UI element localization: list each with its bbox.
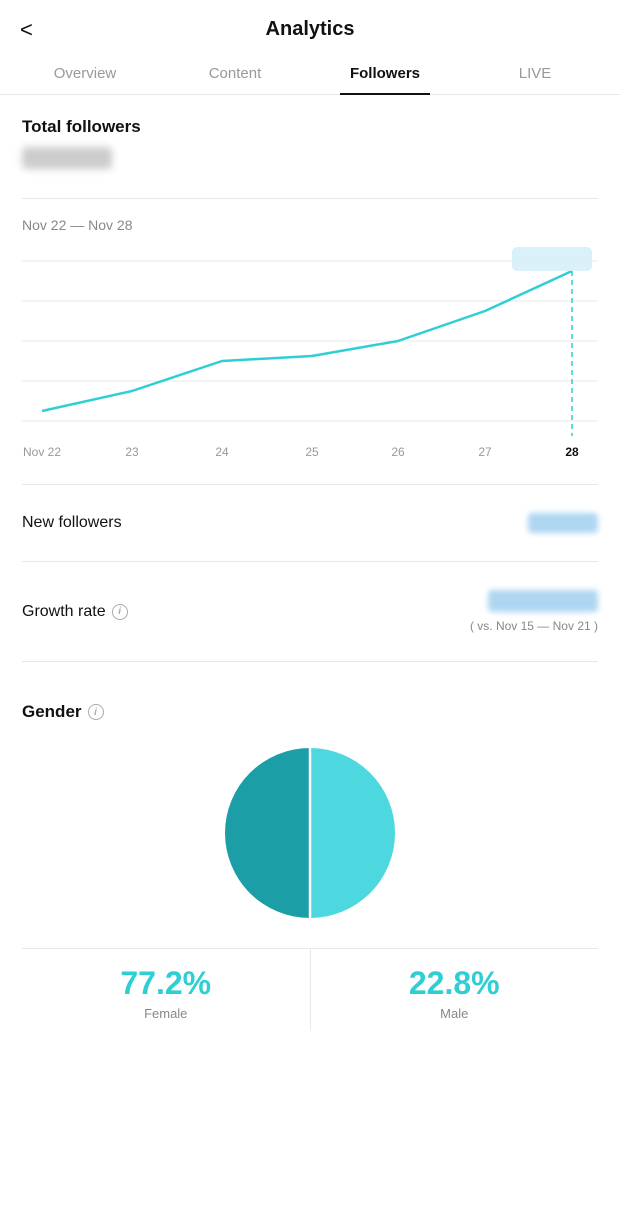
svg-text:Nov 22: Nov 22: [23, 445, 61, 459]
growth-rate-value: [488, 590, 598, 612]
gender-info-icon[interactable]: i: [88, 704, 104, 720]
male-slice: [225, 748, 310, 918]
female-percentage: 77.2%: [32, 965, 300, 1002]
divider-4: [22, 661, 598, 662]
male-label: Male: [321, 1006, 589, 1021]
gender-title: Gender i: [22, 702, 598, 722]
svg-text:24: 24: [215, 445, 229, 459]
back-button[interactable]: <: [20, 17, 33, 43]
svg-text:25: 25: [305, 445, 319, 459]
growth-rate-row: Growth rate i ( vs. Nov 15 — Nov 21 ): [0, 580, 620, 643]
date-range-container: Nov 22 — Nov 28: [0, 217, 620, 233]
new-followers-label: New followers: [22, 514, 122, 532]
growth-rate-vs-text: ( vs. Nov 15 — Nov 21 ): [470, 619, 598, 633]
growth-rate-info-icon[interactable]: i: [112, 604, 128, 620]
date-range: Nov 22 — Nov 28: [22, 217, 598, 233]
tab-overview[interactable]: Overview: [10, 53, 160, 94]
gender-section: Gender i 77.2% Female 22.8% Male: [0, 680, 620, 1041]
tab-live[interactable]: LIVE: [460, 53, 610, 94]
svg-text:28: 28: [565, 445, 579, 459]
new-followers-row: New followers: [0, 503, 620, 543]
male-percentage: 22.8%: [321, 965, 589, 1002]
gender-pie-container: [22, 738, 598, 928]
followers-chart: Nov 22 23 24 25 26 27 28: [0, 241, 620, 466]
total-followers-section: Total followers: [0, 95, 620, 180]
total-followers-value: [22, 147, 112, 169]
svg-text:26: 26: [391, 445, 405, 459]
new-followers-value: [528, 513, 598, 533]
svg-text:27: 27: [478, 445, 492, 459]
growth-rate-right: ( vs. Nov 15 — Nov 21 ): [470, 590, 598, 633]
female-slice: [310, 748, 395, 918]
male-stat: 22.8% Male: [311, 949, 599, 1031]
svg-text:23: 23: [125, 445, 139, 459]
growth-rate-label: Growth rate i: [22, 603, 128, 621]
gender-stats: 77.2% Female 22.8% Male: [22, 948, 598, 1031]
header: < Analytics: [0, 0, 620, 53]
female-stat: 77.2% Female: [22, 949, 311, 1031]
tab-content[interactable]: Content: [160, 53, 310, 94]
chart-svg: Nov 22 23 24 25 26 27 28: [22, 241, 598, 461]
divider-3: [22, 561, 598, 562]
page-title: Analytics: [266, 18, 355, 41]
nav-tabs: Overview Content Followers LIVE: [0, 53, 620, 95]
tab-followers[interactable]: Followers: [310, 53, 460, 94]
total-followers-title: Total followers: [22, 117, 598, 137]
female-label: Female: [32, 1006, 300, 1021]
gender-pie-chart: [215, 738, 405, 928]
divider-1: [22, 198, 598, 199]
divider-2: [22, 484, 598, 485]
